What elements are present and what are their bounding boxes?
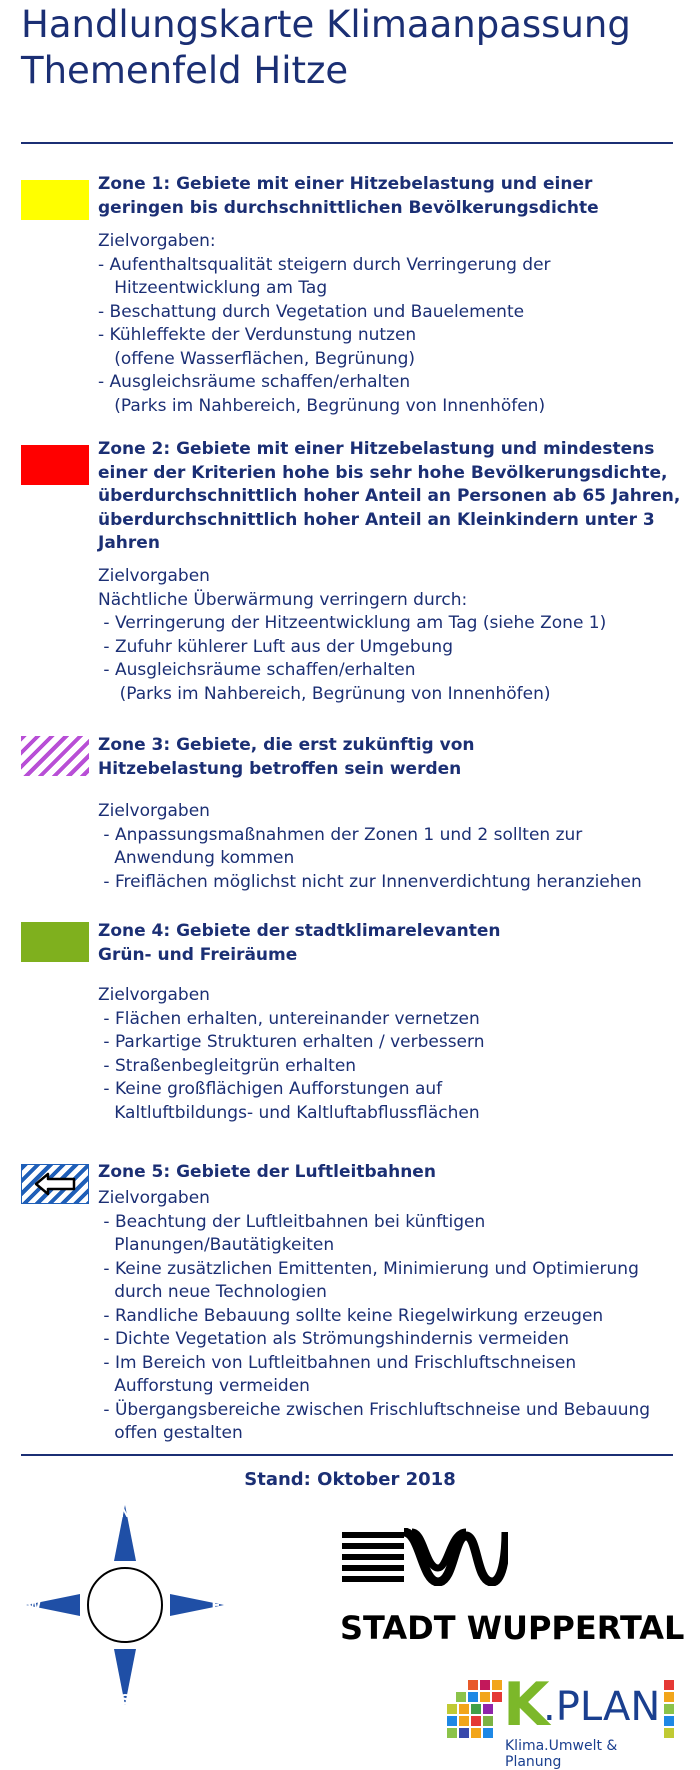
wuppertal-wordmark: STADT WUPPERTAL (340, 1609, 685, 1647)
zone-5-body-line: - Dichte Vegetation als Strömungshindern… (98, 1329, 570, 1349)
zone-2-body-line: - Zufuhr kühlerer Luft aus der Umgebung (98, 636, 453, 657)
compass-w-label: W (27, 1599, 41, 1614)
compass-s-label: S (120, 1693, 129, 1705)
title-line-2: Themenfeld Hitze (21, 49, 349, 92)
zone-4-body: Zielvorgaben - Flächen erhalten, unterei… (98, 984, 484, 1125)
zone-4-body-line: Zielvorgaben (98, 985, 210, 1005)
zone-1-swatch (21, 180, 89, 220)
zone-1-body-line: - Ausgleichsräume schaffen/erhalten (98, 372, 411, 392)
zone-1-body-line: Zielvorgaben: (98, 231, 216, 251)
zone-3-swatch (21, 736, 89, 776)
zone-3-heading-line: Zone 3: Gebiete, die erst zukünftig von (98, 735, 475, 755)
zone-5-body-line: - Beachtung der Luftleitbahnen bei künft… (98, 1211, 486, 1232)
zone-2-body-line: (Parks im Nahbereich, Begrünung von Inne… (98, 683, 551, 704)
compass-icon: N S W E (26, 1505, 224, 1705)
zone-4-heading-line: Zone 4: Gebiete der stadtklimarelevanten (98, 921, 501, 941)
arrow-left-icon (34, 1172, 76, 1196)
zone-3-body-line: - Anpassungsmaßnahmen der Zonen 1 und 2 … (98, 824, 583, 845)
zone-3-body-line: Anwendung kommen (98, 848, 295, 868)
zone-3-heading: Zone 3: Gebiete, die erst zukünftig von … (98, 734, 474, 781)
kplan-plan-text: .PLAN (543, 1684, 661, 1730)
bottom-divider (21, 1454, 673, 1456)
zone-2-heading-line: einer der Kriterien hohe bis sehr hohe B… (98, 462, 668, 483)
zone-3-heading-line: Hitzebelastung betroffen sein werden (98, 758, 462, 779)
zone-2-body-line: Zielvorgaben (98, 566, 210, 586)
zone-4-swatch (21, 922, 89, 962)
zone-2-heading-line: Jahren (98, 533, 160, 553)
zone-1-body-line: - Aufenthaltsqualität steigern durch Ver… (98, 254, 551, 275)
zone-1-body: Zielvorgaben: - Aufenthaltsqualität stei… (98, 230, 551, 418)
kplan-right-bar-icon (664, 1680, 674, 1738)
zone-1-body-line: (offene Wasserflächen, Begrünung) (98, 348, 416, 369)
zone-2-heading-line: überdurchschnittlich hoher Anteil an Per… (98, 486, 681, 506)
zone-2-heading-line: Zone 2: Gebiete mit einer Hitzebelastung… (98, 439, 655, 459)
kplan-tagline: Klima.Umwelt & Planung (505, 1738, 618, 1770)
zone-5-body-line: Aufforstung vermeiden (98, 1376, 310, 1396)
zone-2-body: Zielvorgaben Nächtliche Überwärmung verr… (98, 565, 606, 706)
zone-5-heading-line: Zone 5: Gebiete der Luftleitbahnen (98, 1162, 436, 1182)
compass-n-label: N (120, 1506, 131, 1521)
zone-3-body-line: Zielvorgaben (98, 801, 210, 821)
zone-5-body-line: offen gestalten (98, 1423, 243, 1443)
zone-4-body-line: - Straßenbegleitgrün erhalten (98, 1055, 357, 1076)
zone-3-body: Zielvorgaben - Anpassungsmaßnahmen der Z… (98, 800, 642, 894)
zone-5-body-line: - Randliche Bebauung sollte keine Riegel… (98, 1305, 604, 1326)
zone-4-heading-line: Grün- und Freiräume (98, 944, 298, 965)
zone-1-heading-line: geringen bis durchschnittlichen Bevölker… (98, 197, 599, 218)
kplan-logo: K .PLAN Klima.Umwelt & Planung (447, 1672, 677, 1770)
compass-ring (87, 1567, 163, 1643)
zone-5-body-line: Planungen/Bautätigkeiten (98, 1235, 335, 1255)
stand-date: Stand: Oktober 2018 (244, 1469, 456, 1490)
zone-5-body-line: Zielvorgaben (98, 1188, 210, 1208)
zone-2-heading-line: überdurchschnittlich hoher Anteil an Kle… (98, 509, 655, 530)
wuppertal-logo (342, 1528, 508, 1586)
zone-4-body-line: Kaltluftbildungs- und Kaltluftabflussflä… (98, 1102, 480, 1123)
zone-1-heading-line: Zone 1: Gebiete mit einer Hitzebelastung… (98, 174, 593, 194)
zone-2-body-line: - Ausgleichsräume schaffen/erhalten (98, 660, 416, 680)
zone-5-heading: Zone 5: Gebiete der Luftleitbahnen (98, 1161, 436, 1185)
zone-5-body-line: - Übergangsbereiche zwischen Frischlufts… (98, 1399, 651, 1420)
zone-5-body: Zielvorgaben - Beachtung der Luftleitbah… (98, 1187, 650, 1446)
compass-e-label: E (212, 1599, 221, 1614)
zone-4-body-line: - Keine großflächigen Aufforstungen auf (98, 1079, 443, 1099)
zone-2-body-line: Nächtliche Überwärmung verringern durch: (98, 589, 468, 610)
zone-2-body-line: - Verringerung der Hitzeentwicklung am T… (98, 613, 607, 633)
zone-5-body-line: - Im Bereich von Luftleitbahnen und Fris… (98, 1352, 577, 1373)
title-line-1: Handlungskarte Klimaanpassung (21, 3, 631, 46)
zone-2-swatch (21, 445, 89, 485)
kplan-grid-icon (447, 1680, 502, 1738)
zone-3-body-line: - Freiflächen möglichst nicht zur Innenv… (98, 871, 642, 892)
zone-5-body-line: durch neue Technologien (98, 1282, 327, 1302)
zone-1-heading: Zone 1: Gebiete mit einer Hitzebelastung… (98, 173, 599, 220)
zone-5-body-line: - Keine zusätzlichen Emittenten, Minimie… (98, 1258, 639, 1279)
zone-5-swatch (21, 1164, 89, 1204)
zone-4-body-line: - Parkartige Strukturen erhalten / verbe… (98, 1032, 485, 1052)
zone-4-heading: Zone 4: Gebiete der stadtklimarelevanten… (98, 920, 501, 967)
zone-1-body-line: - Kühleffekte der Verdunstung nutzen (98, 325, 417, 345)
zone-2-heading: Zone 2: Gebiete mit einer Hitzebelastung… (98, 438, 686, 556)
zone-4-body-line: - Flächen erhalten, untereinander vernet… (98, 1008, 480, 1029)
page-title: Handlungskarte Klimaanpassung Themenfeld… (21, 2, 691, 94)
zone-1-body-line: - Beschattung durch Vegetation und Bauel… (98, 301, 525, 322)
zone-1-body-line: (Parks im Nahbereich, Begrünung von Inne… (98, 395, 546, 416)
top-divider (21, 142, 673, 144)
zone-1-body-line: Hitzeentwicklung am Tag (98, 278, 328, 298)
